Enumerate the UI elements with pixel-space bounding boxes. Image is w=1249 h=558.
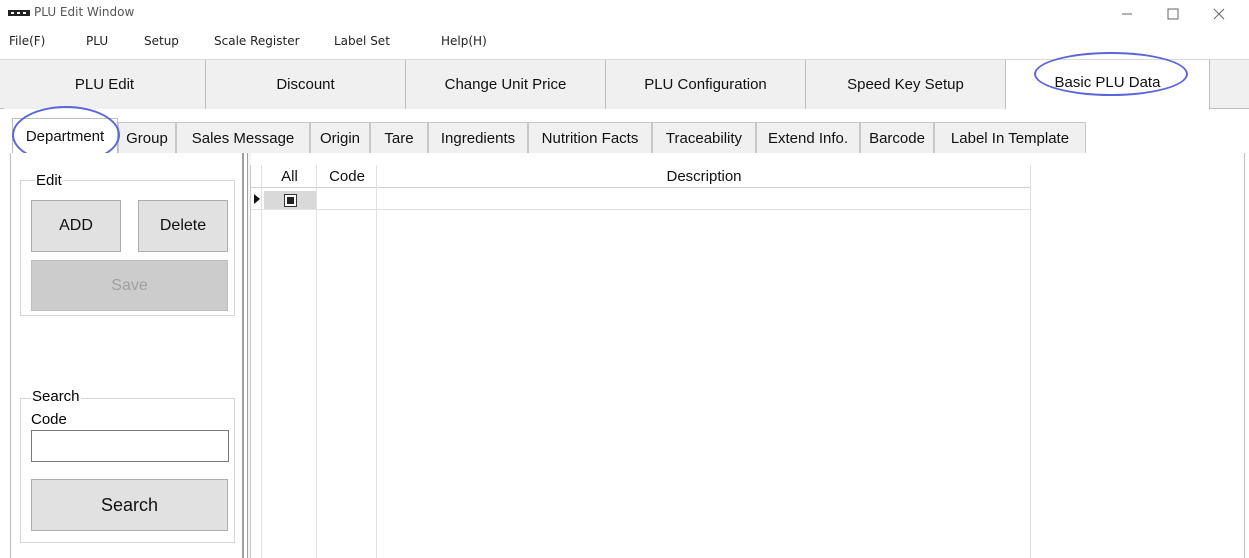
left-control-pane: Edit ADD Delete Save Search Code Search [11, 153, 244, 558]
subtab-extend-info[interactable]: Extend Info. [756, 122, 860, 153]
subtab-traceability[interactable]: Traceability [652, 122, 756, 153]
minimize-button[interactable] [1104, 0, 1150, 28]
save-button-label: Save [111, 276, 148, 294]
code-label: Code [31, 411, 67, 428]
select-all-checkbox[interactable] [283, 193, 297, 207]
tab-label: Change Unit Price [444, 76, 567, 93]
menu-plu[interactable]: PLU [86, 34, 108, 48]
edit-group-label: Edit [35, 172, 63, 189]
tab-label: Speed Key Setup [847, 76, 964, 93]
delete-button[interactable]: Delete [138, 200, 228, 252]
menu-bar: File(F) PLU Setup Scale Register Label S… [0, 32, 1249, 52]
search-button[interactable]: Search [31, 479, 228, 531]
subtab-label: Tare [384, 129, 414, 147]
subtab-group[interactable]: Group [118, 122, 176, 153]
save-button[interactable]: Save [31, 260, 228, 311]
tab-plu-configuration[interactable]: PLU Configuration [606, 60, 806, 109]
tab-basic-plu-data[interactable]: Basic PLU Data [1006, 52, 1210, 110]
column-header-description[interactable]: Description [377, 165, 1031, 188]
sub-tab-bar: Department Group Sales Message Origin Ta… [0, 106, 1249, 164]
subtab-label: Origin [319, 129, 360, 147]
close-button[interactable] [1196, 0, 1242, 28]
subtab-origin[interactable]: Origin [310, 122, 370, 153]
subtab-label: Barcode [869, 129, 925, 147]
tab-change-unit-price[interactable]: Change Unit Price [406, 60, 606, 109]
search-button-label: Search [100, 494, 159, 515]
delete-button-label: Delete [159, 217, 207, 234]
tab-plu-edit[interactable]: PLU Edit [4, 60, 206, 109]
subtab-label: Sales Message [191, 129, 295, 147]
code-search-input[interactable] [31, 430, 229, 462]
menu-help[interactable]: Help(H) [441, 34, 487, 48]
menu-file[interactable]: File(F) [9, 34, 45, 48]
all-column [262, 165, 317, 558]
code-column [317, 165, 377, 558]
tab-speed-key-setup[interactable]: Speed Key Setup [806, 60, 1006, 109]
row-pointer-icon [253, 194, 260, 204]
subtab-barcode[interactable]: Barcode [860, 122, 934, 153]
menu-scale-register[interactable]: Scale Register [214, 34, 300, 48]
tab-label: Discount [276, 76, 335, 93]
column-header-all[interactable]: All [262, 165, 317, 188]
subtab-tare[interactable]: Tare [370, 122, 428, 153]
maximize-button[interactable] [1150, 0, 1196, 28]
subtab-department[interactable]: Department [12, 118, 118, 154]
subtab-label: Traceability [665, 129, 743, 147]
subtab-label: Group [126, 129, 168, 147]
tab-discount[interactable]: Discount [206, 60, 406, 109]
row-header-column [251, 165, 262, 558]
main-tab-bar: PLU Edit Discount Change Unit Price PLU … [0, 52, 1249, 110]
department-grid: All Code Description [250, 165, 1031, 558]
subtab-label: Ingredients [440, 129, 516, 147]
search-group-label: Search [31, 388, 81, 405]
minimize-icon [1122, 13, 1132, 15]
title-bar: PLU Edit Window [0, 0, 1249, 28]
maximize-icon [1167, 8, 1179, 20]
subtab-label-in-template[interactable]: Label In Template [934, 122, 1086, 153]
tab-label: PLU Edit [74, 76, 135, 93]
subtab-ingredients[interactable]: Ingredients [428, 122, 528, 153]
window-title: PLU Edit Window [34, 5, 135, 19]
subtab-label: Nutrition Facts [541, 129, 639, 147]
menu-label-set[interactable]: Label Set [334, 34, 390, 48]
table-row[interactable] [251, 188, 1031, 210]
column-header-code[interactable]: Code [317, 165, 377, 188]
subtab-label: Label In Template [950, 129, 1070, 147]
add-button-label: ADD [59, 217, 93, 234]
close-icon [1213, 8, 1225, 20]
menu-setup[interactable]: Setup [144, 34, 179, 48]
subtab-label: Department [25, 128, 105, 145]
app-logo-icon [8, 10, 30, 16]
current-row-indicator [251, 188, 262, 210]
tab-label: Basic PLU Data [1054, 73, 1161, 91]
subtab-sales-message[interactable]: Sales Message [176, 122, 310, 153]
subtab-label: Extend Info. [767, 129, 849, 147]
add-button[interactable]: ADD [31, 200, 121, 252]
description-column [377, 165, 1031, 558]
all-checkbox-cell[interactable] [264, 191, 316, 209]
subtab-nutrition-facts[interactable]: Nutrition Facts [528, 122, 652, 153]
tab-label: PLU Configuration [644, 76, 767, 93]
